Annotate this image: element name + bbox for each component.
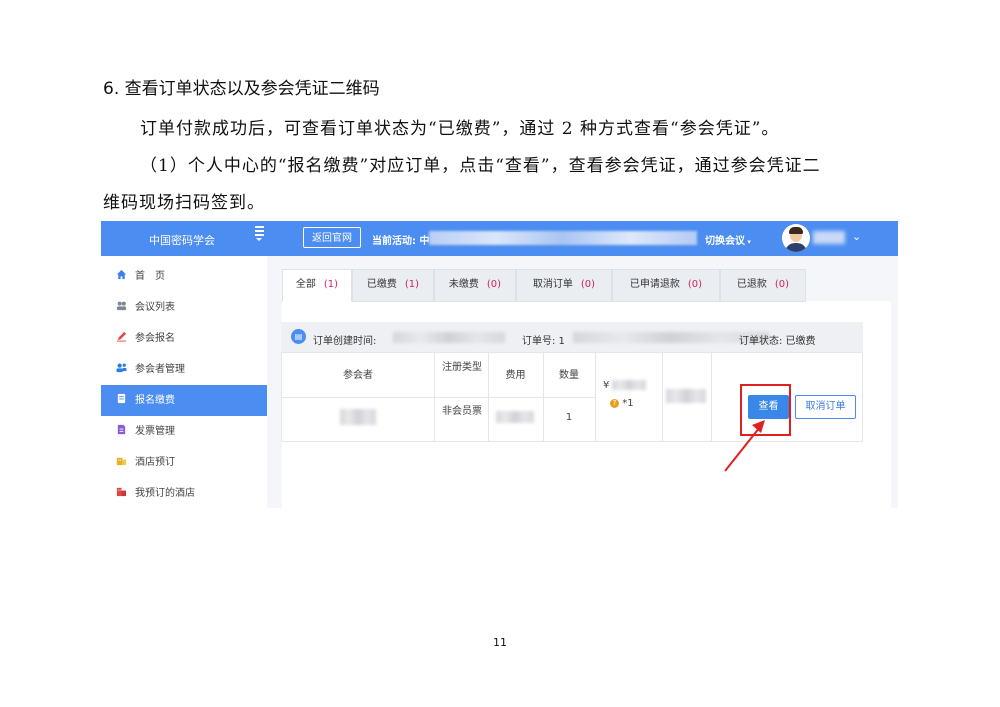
section-heading: 6. 查看订单状态以及参会凭证二维码 — [103, 79, 380, 99]
page-number: 11 — [493, 636, 507, 649]
paragraph-view-voucher-line2: 维码现场扫码签到。 — [103, 193, 265, 213]
paragraph-view-voucher-line1: （1）个人中心的“报名缴费”对应订单，点击“查看”，查看参会凭证，通过参会凭证二 — [140, 156, 821, 176]
paragraph-order-status: 订单付款成功后，可查看订单状态为“已缴费”，通过 2 种方式查看“参会凭证”。 — [140, 119, 780, 139]
embedded-screenshot: 中国密码学会 返回官网 当前活动: 中 切换会议 ▾ ⌄ 首 页 会议列表 参会… — [101, 221, 898, 508]
red-arrow-icon — [724, 420, 765, 472]
